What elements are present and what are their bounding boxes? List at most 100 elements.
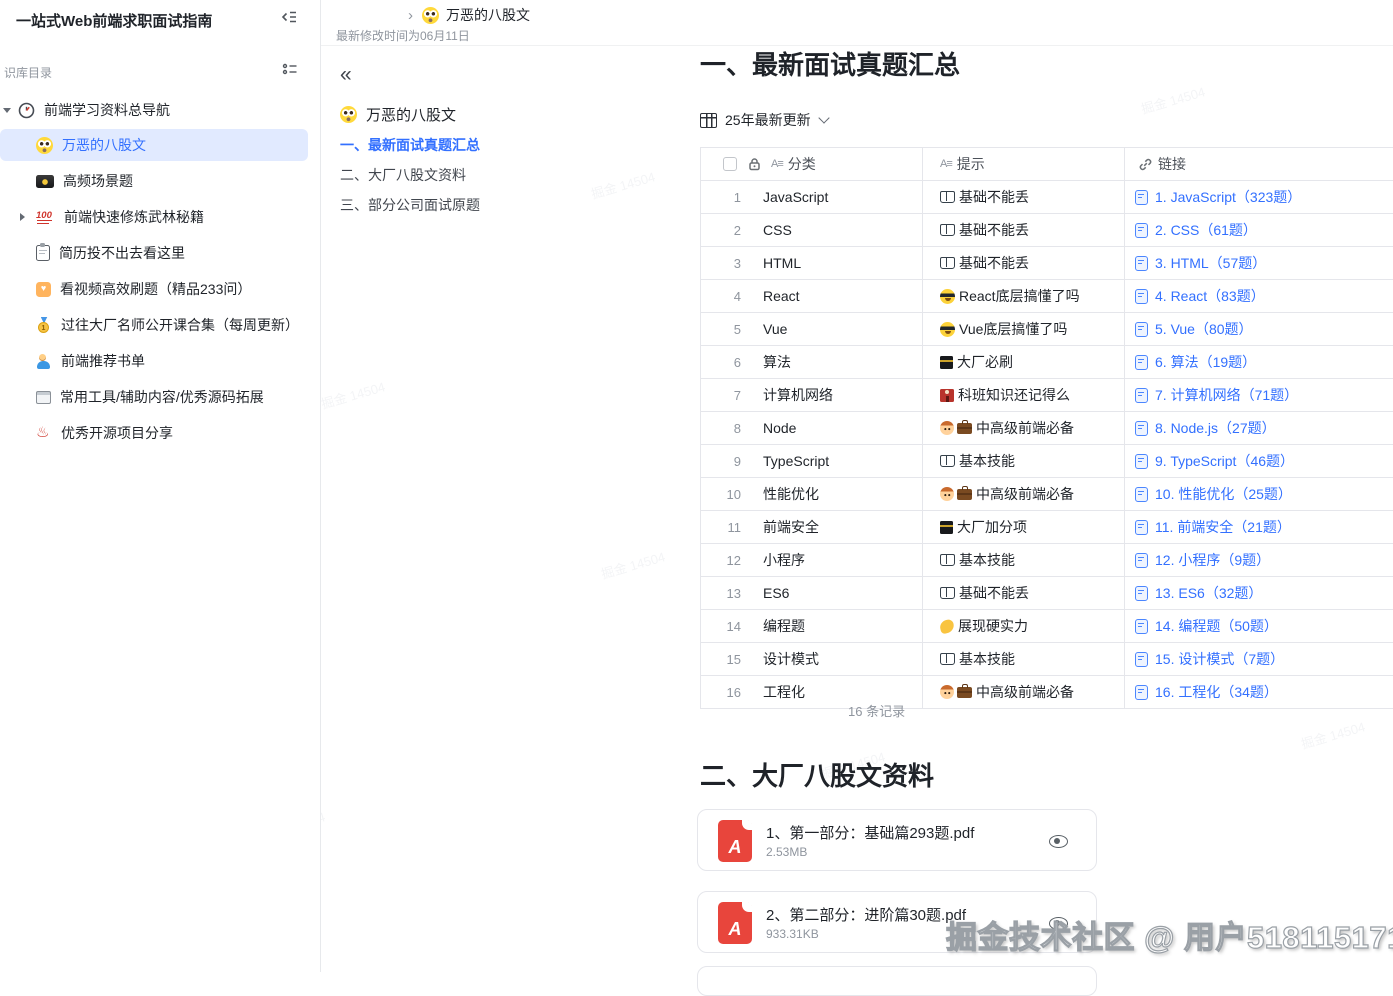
hundred-points-icon — [36, 210, 55, 224]
briefcase-icon — [957, 423, 972, 434]
sidebar-item-root-nav[interactable]: 前端学习资料总导航 — [0, 95, 320, 125]
table-row: 5VueVue底层搞懂了吗5. Vue（80题） — [701, 313, 1393, 346]
record-link[interactable]: 13. ES6（32题） — [1155, 583, 1262, 603]
pdf-file-name[interactable]: 1、第一部分：基础篇293题.pdf — [766, 822, 974, 843]
pdf-file-name[interactable]: 2、第二部分：进阶篇30题.pdf — [766, 904, 966, 925]
record-link[interactable]: 16. 工程化（34题） — [1155, 682, 1278, 702]
record-link[interactable]: 2. CSS（61题） — [1155, 220, 1257, 240]
header-cell-category[interactable]: A≡ 分类 — [701, 148, 923, 180]
heart-decoration-icon — [36, 282, 51, 297]
pdf-attachment-card-partial[interactable] — [697, 966, 1097, 996]
grid-view-icon — [700, 113, 717, 128]
flexed-biceps-icon — [939, 618, 956, 634]
sidebar-item-scene-questions[interactable]: 高频场景题 — [0, 165, 308, 197]
outline-doc-title-row[interactable]: 万恶的八股文 — [340, 104, 670, 125]
doc-icon — [1135, 652, 1148, 667]
kaaba-icon — [940, 521, 953, 534]
table-row: 13ES6基础不能丢13. ES6（32题） — [701, 577, 1393, 610]
record-link[interactable]: 5. Vue（80题） — [1155, 319, 1253, 339]
flushed-face-icon — [36, 137, 53, 154]
text-field-icon: A≡ — [771, 158, 783, 170]
expand-arrow-icon[interactable] — [3, 108, 11, 113]
sidebar-item-training-book[interactable]: 前端快速修炼武林秘籍 — [0, 201, 308, 233]
record-link[interactable]: 14. 编程题（50题） — [1155, 616, 1278, 636]
sunglasses-face-icon — [940, 322, 955, 337]
open-book-icon — [940, 653, 955, 665]
sunglasses-face-icon — [940, 289, 955, 304]
expand-arrow-icon[interactable] — [20, 213, 25, 221]
open-book-icon — [940, 257, 955, 269]
last-modified-text: 最新修改时间为06月11日 — [336, 27, 470, 44]
record-link[interactable]: 7. 计算机网络（71题） — [1155, 385, 1298, 405]
record-link[interactable]: 4. React（83题） — [1155, 286, 1265, 306]
header-cell-link[interactable]: 链接 — [1125, 148, 1393, 180]
doc-icon — [1135, 388, 1148, 403]
record-link[interactable]: 3. HTML（57题） — [1155, 253, 1266, 273]
doc-icon — [1135, 355, 1148, 370]
sidebar-item-label: 前端学习资料总导航 — [44, 100, 170, 120]
chevron-right-icon: › — [408, 7, 413, 24]
record-link[interactable]: 11. 前端安全（21题） — [1155, 517, 1291, 537]
flushed-face-icon — [422, 7, 439, 24]
doc-icon — [1135, 454, 1148, 469]
doc-icon — [1135, 421, 1148, 436]
top-bar: › 万恶的八股文 最新修改时间为06月11日 — [320, 0, 1393, 46]
open-book-icon — [940, 455, 955, 467]
doc-icon — [1135, 256, 1148, 271]
preview-eye-icon[interactable] — [1049, 835, 1068, 848]
doc-icon — [1135, 190, 1148, 205]
clipboard-icon — [36, 245, 50, 261]
record-link[interactable]: 10. 性能优化（25题） — [1155, 484, 1292, 504]
sidebar-collapse-icon[interactable] — [280, 9, 298, 30]
table-row: 2CSS基础不能丢2. CSS（61题） — [701, 214, 1393, 247]
table-view-selector[interactable]: 25年最新更新 — [700, 110, 828, 130]
workspace-title: 一站式Web前端求职面试指南 — [16, 10, 212, 31]
pdf-file-size: 2.53MB — [766, 845, 807, 859]
videocassette-icon — [36, 175, 54, 188]
sidebar-item-video-practice[interactable]: 看视频高效刷题（精品233问） — [0, 273, 308, 305]
table-row: 10性能优化中高级前端必备10. 性能优化（25题） — [701, 478, 1393, 511]
tile-watermark: 掘金 14504 — [599, 546, 667, 582]
text-field-icon: A≡ — [940, 158, 952, 170]
pdf-attachment-card[interactable]: 1、第一部分：基础篇293题.pdf 2.53MB — [697, 809, 1097, 871]
open-book-icon — [940, 224, 955, 236]
doc-icon — [1135, 289, 1148, 304]
record-link[interactable]: 12. 小程序（9题） — [1155, 550, 1270, 570]
sidebar-item-open-source[interactable]: 优秀开源项目分享 — [0, 417, 308, 449]
outline-item-1[interactable]: 一、最新面试真题汇总 — [340, 135, 670, 155]
section1-heading: 一、最新面试真题汇总 — [700, 45, 960, 82]
sidebar-item-bagu[interactable]: 万恶的八股文 — [0, 129, 308, 161]
breadcrumb[interactable]: › 万恶的八股文 — [408, 5, 530, 25]
table-row: 8Node中高级前端必备8. Node.js（27题） — [701, 412, 1393, 445]
header-cell-hint[interactable]: A≡ 提示 — [923, 148, 1125, 180]
record-link[interactable]: 15. 设计模式（7题） — [1155, 649, 1284, 669]
boy-face-icon — [940, 685, 954, 699]
record-count: 16 条记录 — [848, 701, 905, 720]
outline-collapse-icon[interactable]: « — [340, 64, 352, 86]
record-link[interactable]: 8. Node.js（27题） — [1155, 418, 1276, 438]
table-row: 9TypeScript基本技能9. TypeScript（46题） — [701, 445, 1393, 478]
breadcrumb-doc-title[interactable]: 万恶的八股文 — [446, 5, 530, 25]
sidebar-item-book-list[interactable]: 前端推荐书单 — [0, 345, 308, 377]
outline-item-2[interactable]: 二、大厂八股文资料 — [340, 165, 670, 185]
pdf-file-size: 933.31KB — [766, 927, 819, 941]
sidebar-item-open-courses[interactable]: 过往大厂名师公开课合集（每周更新） — [0, 309, 308, 341]
doc-icon — [1135, 553, 1148, 568]
briefcase-icon — [957, 489, 972, 500]
pdf-file-icon — [718, 902, 752, 944]
outline-doc-title: 万恶的八股文 — [366, 104, 456, 125]
boy-face-icon — [940, 421, 954, 435]
record-link[interactable]: 6. 算法（19题） — [1155, 352, 1256, 372]
catalog-settings-icon[interactable] — [282, 62, 298, 81]
select-all-checkbox[interactable] — [723, 157, 737, 171]
sidebar-item-list: 万恶的八股文 高频场景题 前端快速修炼武林秘籍 简历投不出去看这里 看视频高效刷… — [0, 129, 320, 453]
clock-icon — [18, 102, 35, 119]
sidebar-item-tools[interactable]: 常用工具/辅助内容/优秀源码拓展 — [0, 381, 308, 413]
link-icon — [1138, 157, 1153, 172]
table-row: 12小程序基本技能12. 小程序（9题） — [701, 544, 1393, 577]
record-link[interactable]: 1. JavaScript（323题） — [1155, 187, 1301, 207]
table-row: 3HTML基础不能丢3. HTML（57题） — [701, 247, 1393, 280]
sidebar-item-resume[interactable]: 简历投不出去看这里 — [0, 237, 308, 269]
record-link[interactable]: 9. TypeScript（46题） — [1155, 451, 1294, 471]
outline-item-3[interactable]: 三、部分公司面试原题 — [340, 195, 670, 215]
